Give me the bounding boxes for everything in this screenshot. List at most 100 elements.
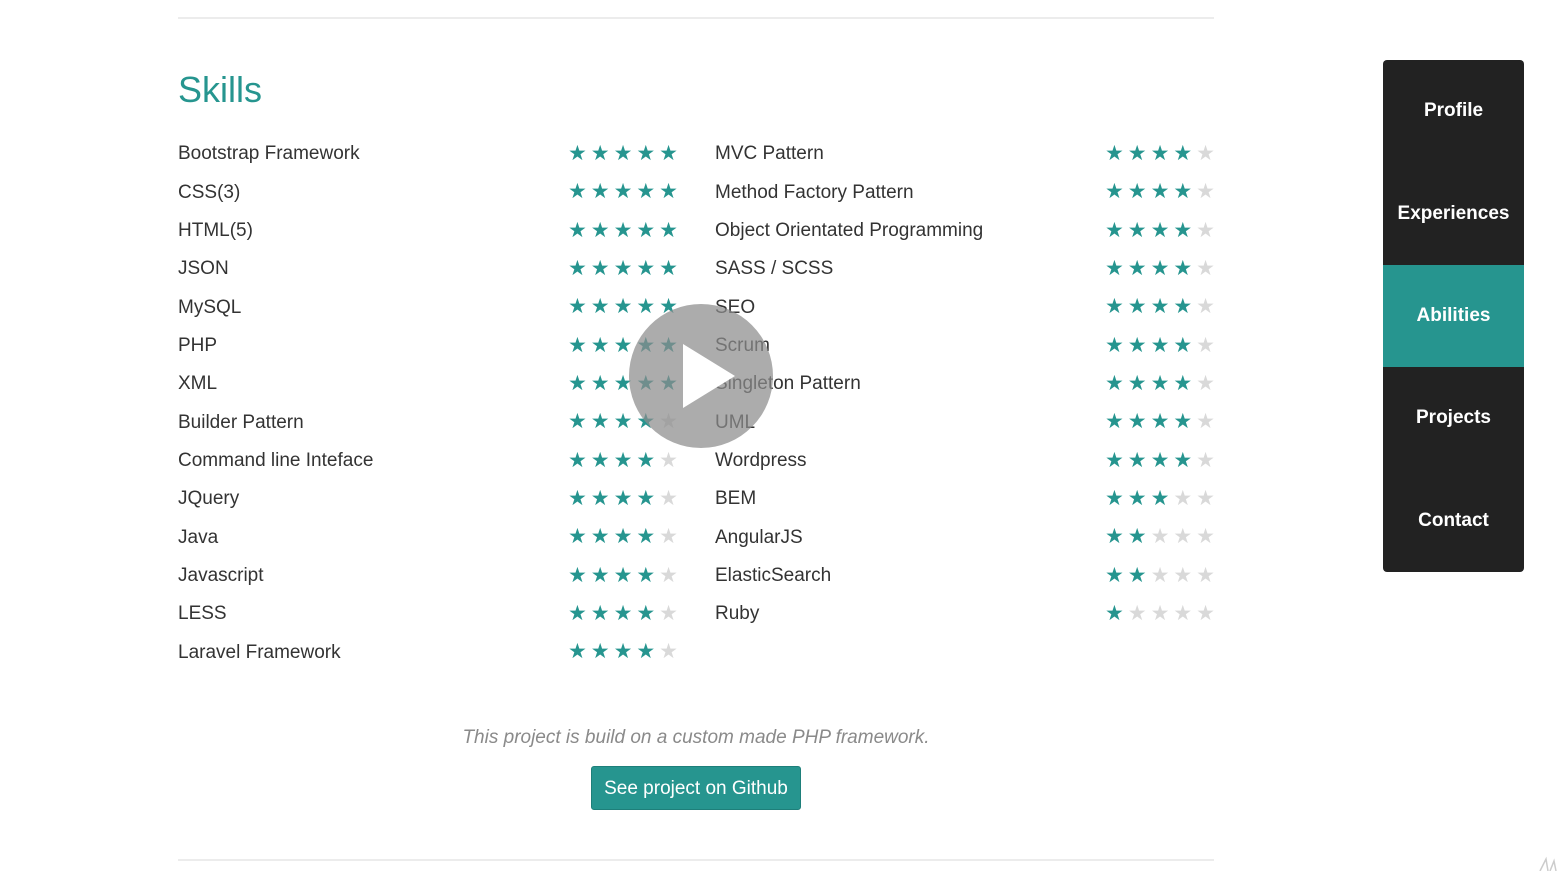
star-icon: ★ — [1173, 142, 1193, 165]
star-icon: ★ — [659, 602, 678, 626]
star-icon: ★ — [1196, 563, 1215, 587]
skill-rating: ★★★★★ — [566, 212, 680, 250]
star-icon: ★ — [659, 142, 678, 165]
side-navigation: Profile Experiences Abilities Projects Conta… — [1383, 60, 1524, 572]
skill-name: XML — [178, 373, 218, 395]
star-icon: ★ — [1104, 218, 1124, 242]
star-icon: ★ — [1196, 295, 1215, 319]
star-icon: ★ — [1127, 142, 1147, 165]
skill-rating: ★★★★★ — [566, 633, 680, 671]
star-icon: ★ — [1150, 142, 1170, 165]
star-icon: ★ — [613, 602, 633, 626]
skill-name: LESS — [178, 603, 227, 625]
star-icon: ★ — [567, 602, 587, 626]
star-icon: ★ — [590, 333, 610, 357]
star-icon: ★ — [636, 257, 656, 281]
star-icon: ★ — [636, 180, 656, 204]
star-icon: ★ — [1173, 525, 1193, 549]
star-icon: ★ — [1173, 295, 1193, 319]
star-icon: ★ — [1127, 180, 1147, 204]
star-icon: ★ — [636, 640, 656, 664]
skill-row: SEO ★ ★ ★ ★ ★ — [715, 288, 1215, 326]
skill-row: XML★★★★★ — [178, 365, 678, 403]
skill-name: JQuery — [178, 488, 240, 510]
star-icon: ★ — [1150, 448, 1170, 472]
star-icon: ★ — [613, 142, 633, 165]
nav-item-experiences[interactable]: Experiences — [1383, 162, 1524, 264]
skill-rating: ★★★★★ — [566, 480, 680, 518]
star-icon: ★ — [1127, 563, 1147, 587]
star-icon: ★ — [1173, 602, 1193, 626]
star-icon: ★ — [1150, 525, 1170, 549]
star-icon: ★ — [659, 525, 678, 549]
star-icon: ★ — [613, 257, 633, 281]
star-icon: ★ — [1104, 180, 1124, 204]
nav-item-abilities[interactable]: Abilities — [1383, 264, 1524, 368]
star-icon: ★ — [567, 525, 587, 549]
star-icon: ★ — [1127, 448, 1147, 472]
star-icon: ★ — [659, 563, 678, 587]
skill-row: UML★★★★★ — [715, 403, 1215, 441]
corner-logo-icon — [1539, 856, 1557, 871]
skill-name: Method Factory Pattern — [715, 181, 914, 203]
skill-row: Javascript ★ ★ ★ ★ ★ — [178, 557, 678, 595]
skill-name: Ruby — [715, 603, 760, 625]
star-icon: ★ — [613, 487, 633, 511]
skill-rating: ★★★★★ — [1103, 212, 1217, 250]
nav-item-profile[interactable]: Profile — [1383, 60, 1524, 162]
skills-column-right: MVC Pattern ★ ★ ★ ★ ★ Method Factory Pattern ★ ★… — [715, 135, 1215, 633]
star-icon: ★ — [590, 602, 610, 626]
skill-name: Wordpress — [715, 449, 807, 471]
skill-name: Bootstrap Framework — [178, 143, 360, 165]
skill-name: Laravel Framework — [178, 641, 341, 663]
skill-rating: ★★★★★ — [1103, 327, 1217, 365]
skill-rating: ★★★★★ — [1103, 480, 1217, 518]
star-icon: ★ — [1196, 180, 1215, 204]
star-icon: ★ — [1150, 372, 1170, 396]
skill-rating: ★★★★★ — [1103, 595, 1217, 633]
skill-row: Laravel Framework ★ ★ ★ ★ ★ — [178, 633, 678, 671]
skill-row: MySQL ★ ★ ★ ★ ★ — [178, 288, 678, 326]
star-icon: ★ — [567, 257, 587, 281]
star-icon: ★ — [567, 640, 587, 664]
nav-item-projects[interactable]: Projects — [1383, 367, 1524, 469]
star-icon: ★ — [1150, 563, 1170, 587]
star-icon: ★ — [1104, 525, 1124, 549]
skill-rating: ★★★★★ — [1103, 518, 1217, 556]
skill-name: PHP — [178, 334, 218, 356]
star-icon: ★ — [1150, 180, 1170, 204]
skill-row: Object Orientated Programming ★ ★ ★ ★ ★ — [715, 212, 1215, 250]
star-icon: ★ — [1196, 525, 1215, 549]
star-icon: ★ — [1127, 487, 1147, 511]
star-icon: ★ — [567, 180, 587, 204]
skill-name: Java — [178, 526, 219, 548]
star-icon: ★ — [1173, 180, 1193, 204]
skill-row: Wordpress ★ ★ ★ ★ ★ — [715, 442, 1215, 480]
star-icon: ★ — [1150, 410, 1170, 434]
skill-row: MVC Pattern ★ ★ ★ ★ ★ — [715, 135, 1215, 173]
skill-row: Builder Pattern★★★★★ — [178, 403, 678, 441]
star-icon: ★ — [659, 487, 678, 511]
star-icon: ★ — [567, 218, 587, 242]
skills-column-left: Bootstrap Framework ★ ★ ★ ★ ★ CSS(3) ★ ★ ★ ★ ★ HTML(… — [178, 135, 678, 672]
play-button[interactable] — [629, 304, 773, 448]
page: Skills Bootstrap Framework ★ ★ ★ ★ ★ CSS(3) ★ ★ ★… — [0, 0, 1563, 871]
star-icon: ★ — [1173, 448, 1193, 472]
skill-rating: ★★★★★ — [566, 250, 680, 288]
nav-item-contact[interactable]: Contact — [1383, 470, 1524, 572]
star-icon: ★ — [1104, 602, 1124, 626]
star-icon: ★ — [613, 180, 633, 204]
github-button[interactable]: See project on Github — [591, 766, 801, 810]
skill-row: Method Factory Pattern ★ ★ ★ ★ ★ — [715, 173, 1215, 211]
top-divider — [178, 17, 1214, 19]
skill-rating: ★★★★★ — [1103, 403, 1217, 441]
star-icon: ★ — [1150, 487, 1170, 511]
star-icon: ★ — [1196, 257, 1215, 281]
skill-row: LESS ★ ★ ★ ★ ★ — [178, 595, 678, 633]
star-icon: ★ — [1196, 218, 1215, 242]
star-icon: ★ — [636, 602, 656, 626]
star-icon: ★ — [590, 640, 610, 664]
skill-rating: ★★★★★ — [566, 595, 680, 633]
skill-row: Bootstrap Framework ★ ★ ★ ★ ★ — [178, 135, 678, 173]
star-icon: ★ — [1173, 257, 1193, 281]
